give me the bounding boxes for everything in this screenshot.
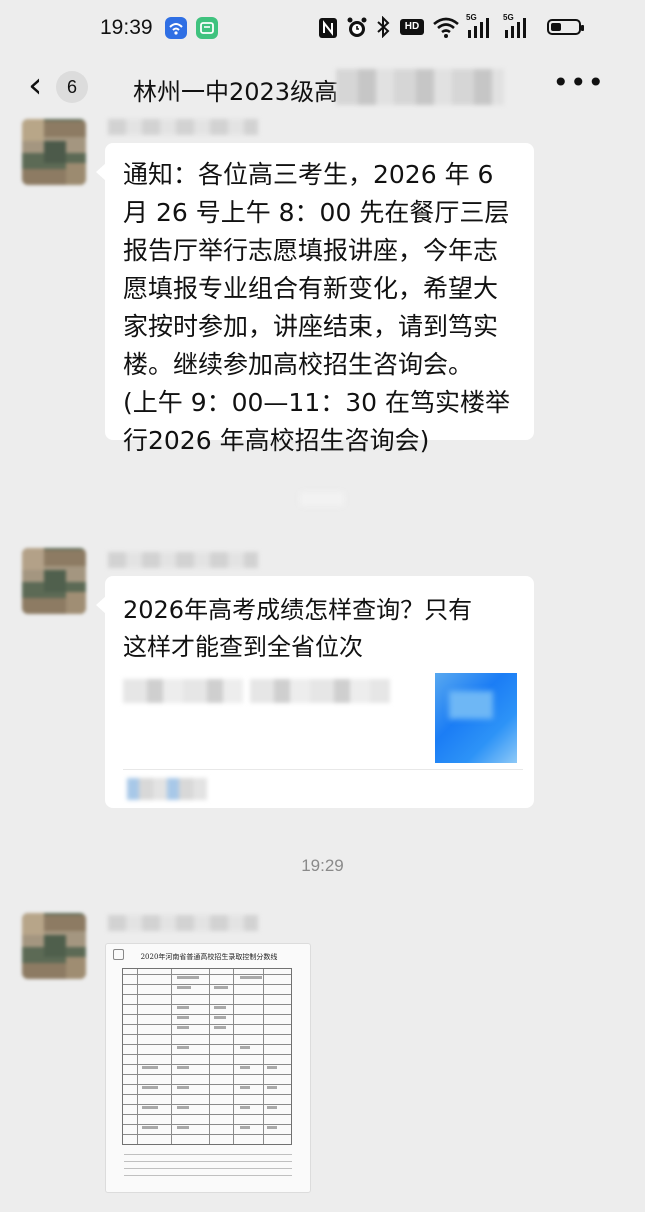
chat-header: ‹ 6 林州一中2023级高 ••• [0, 58, 645, 118]
image-message[interactable]: 2020年河南省普通高校招生录取控制分数线 [105, 943, 311, 1193]
chat-timestamp: 19:29 [301, 856, 344, 875]
5g-signal-icon: 5G [466, 13, 496, 40]
status-bar: 19:39 HD 5G 5G [0, 0, 645, 58]
message-bubble[interactable]: 通知：各位高三考生，2026 年 6 月 26 号上午 8：00 先在餐厅三层 … [96, 143, 534, 455]
divider [123, 769, 523, 770]
link-description-redacted [123, 679, 243, 703]
battery-fill [551, 23, 561, 31]
avatar[interactable] [22, 119, 86, 185]
title-redaction [336, 69, 504, 105]
link-title: 2026年高考成绩怎样查询？只有 这样才能查到全省位次 [123, 596, 473, 661]
unread-badge[interactable]: 6 [56, 71, 88, 103]
battery-icon [547, 19, 584, 35]
sender-name-redacted [108, 915, 258, 931]
alarm-icon [346, 16, 368, 43]
sender-name-redacted [108, 552, 258, 568]
wifi-app-icon [165, 17, 187, 39]
document-notes [124, 1150, 292, 1180]
document-title: 2020年河南省普通高校招生录取控制分数线 [140, 953, 278, 961]
green-app-icon [196, 17, 218, 39]
link-thumbnail [435, 673, 517, 763]
wifi-icon [432, 16, 460, 42]
nfc-icon [318, 17, 338, 43]
status-time: 19:39 [100, 16, 153, 39]
more-horizontal-icon[interactable]: ••• [552, 66, 605, 99]
chevron-left-icon[interactable]: ‹ [28, 68, 42, 104]
chat-title: 林州一中2023级高 [133, 78, 339, 106]
hd-icon: HD [400, 19, 424, 35]
sender-name-redacted [108, 119, 258, 135]
link-source-redacted [127, 778, 207, 800]
link-card[interactable]: 2026年高考成绩怎样查询？只有 这样才能查到全省位次 [96, 576, 534, 808]
avatar[interactable] [22, 913, 86, 979]
message-text: 通知：各位高三考生，2026 年 6 月 26 号上午 8：00 先在餐厅三层 … [123, 160, 510, 455]
avatar[interactable] [22, 548, 86, 614]
score-table-cells [122, 968, 292, 1145]
link-description-redacted [250, 679, 390, 703]
bluetooth-icon [376, 15, 390, 42]
redaction-mark [300, 492, 344, 506]
hd-label: HD [404, 21, 420, 32]
5g-signal-icon-2: 5G [503, 13, 533, 40]
